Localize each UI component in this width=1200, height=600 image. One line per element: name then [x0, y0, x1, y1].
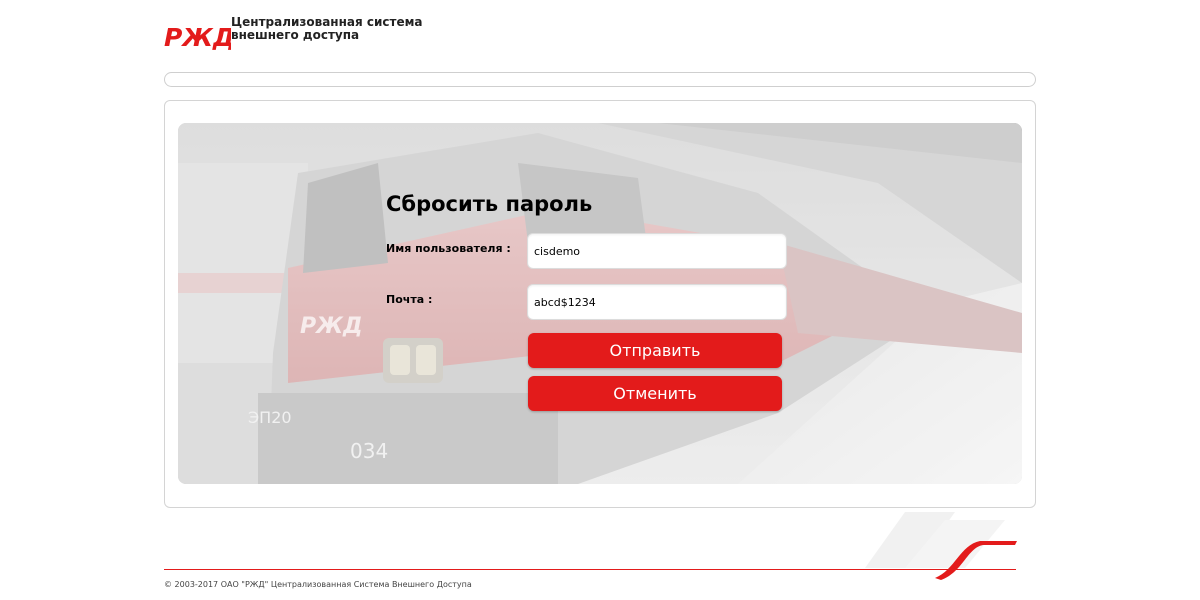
system-caption: Централизованная система внешнего доступ…	[231, 16, 423, 42]
email-label: Почта :	[386, 293, 433, 306]
cancel-button[interactable]: Отменить	[528, 376, 782, 411]
logo[interactable]: РЖД	[163, 22, 235, 52]
page-title: Сбросить пароль	[386, 192, 593, 216]
system-caption-line2: внешнего доступа	[231, 28, 360, 42]
username-label: Имя пользователя :	[386, 242, 511, 255]
footer-divider	[164, 569, 1016, 570]
top-bar	[164, 72, 1036, 87]
email-input[interactable]	[527, 284, 787, 320]
submit-button[interactable]: Отправить	[528, 333, 782, 368]
copyright-text: © 2003-2017 ОАО "РЖД" Централизованная С…	[164, 580, 472, 589]
logo-text: РЖД	[164, 23, 231, 50]
username-input[interactable]	[527, 233, 787, 269]
rzd-logo-icon: РЖД	[164, 23, 235, 52]
